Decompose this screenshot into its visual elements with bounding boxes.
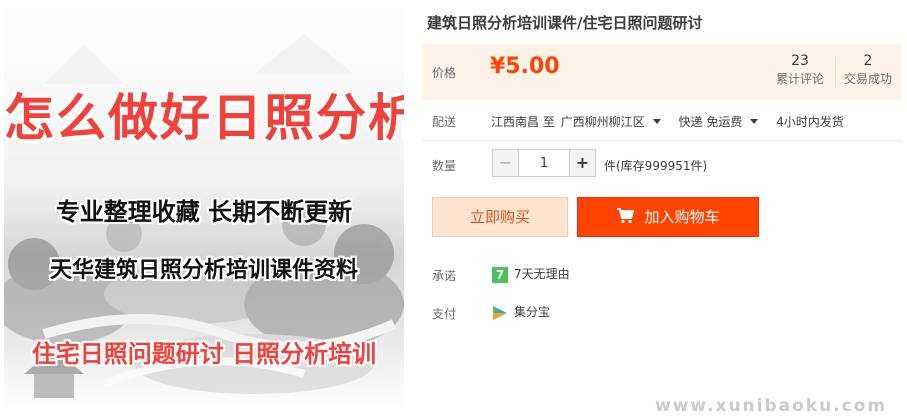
product-title: 建筑日照分析培训课件/住宅日照问题研讨: [427, 14, 703, 32]
shipping-from: 江西南昌 至: [491, 115, 555, 129]
buy-now-button[interactable]: 立即购买: [432, 197, 568, 237]
promise-text: 7天无理由: [514, 267, 570, 281]
promo-line-4: 住宅日照问题研讨 日照分析培训: [31, 340, 377, 368]
shipping-method-selector[interactable]: 快递 免运费: [679, 115, 775, 129]
quantity-input[interactable]: [520, 150, 568, 176]
seven-day-return-icon: 7: [492, 266, 508, 283]
shipping-to-selector[interactable]: 广西柳州柳江区: [561, 115, 677, 129]
chevron-down-icon: [750, 119, 759, 124]
jifenbao-icon: [493, 305, 507, 320]
quantity-label: 数量: [432, 159, 457, 173]
deals-stat: 2 交易成功: [836, 52, 900, 88]
promise-item[interactable]: 7 7天无理由: [492, 265, 570, 283]
product-main-image[interactable]: 怎么做好日照分析 专业整理收藏 长期不断更新 天华建筑日照分析培训课件资料 住宅…: [4, 4, 404, 410]
payment-text: 集分宝: [514, 305, 551, 319]
promo-line-3: 天华建筑日照分析培训课件资料: [49, 258, 358, 283]
promise-label: 承诺: [432, 269, 457, 283]
payment-item[interactable]: 集分宝: [492, 303, 550, 321]
shipping-method: 快递 免运费: [678, 115, 743, 129]
deals-label: 交易成功: [843, 72, 892, 86]
reviews-count: 23: [791, 53, 809, 69]
promo-line-2: 专业整理收藏 长期不断更新: [55, 198, 353, 226]
reviews-label: 累计评论: [775, 72, 824, 86]
reviews-stat[interactable]: 23 累计评论: [768, 52, 832, 88]
cart-icon: [617, 208, 635, 224]
stock-info: 件(库存999951件): [604, 159, 708, 173]
shipping-label: 配送: [432, 115, 457, 129]
payment-row: 支付 集分宝: [432, 305, 550, 322]
deals-count: 2: [863, 53, 873, 69]
price-panel: 价格 ¥5.00 23 累计评论 2 交易成功: [422, 44, 902, 100]
promise-row: 承诺 7 7天无理由: [432, 266, 570, 284]
increase-button[interactable]: +: [569, 150, 595, 176]
payment-label: 支付: [432, 307, 457, 321]
chevron-down-icon: [652, 119, 661, 124]
add-to-cart-label: 加入购物车: [644, 208, 720, 226]
promo-headline: 怎么做好日照分析: [4, 89, 404, 147]
quantity-stepper: − +: [492, 149, 596, 177]
shipping-row: 配送 江西南昌 至 广西柳州柳江区 快递 免运费 4小时内发货: [432, 113, 844, 130]
decrease-button[interactable]: −: [493, 150, 519, 176]
dispatch-time: 4小时内发货: [776, 115, 844, 129]
price-label: 价格: [432, 66, 457, 80]
add-to-cart-button[interactable]: 加入购物车: [577, 197, 759, 237]
site-watermark: www.xunibaoku.com: [655, 396, 888, 416]
price-value: ¥5.00: [490, 54, 560, 79]
divider: [422, 140, 902, 141]
shipping-to: 广西柳州柳江区: [560, 115, 645, 129]
